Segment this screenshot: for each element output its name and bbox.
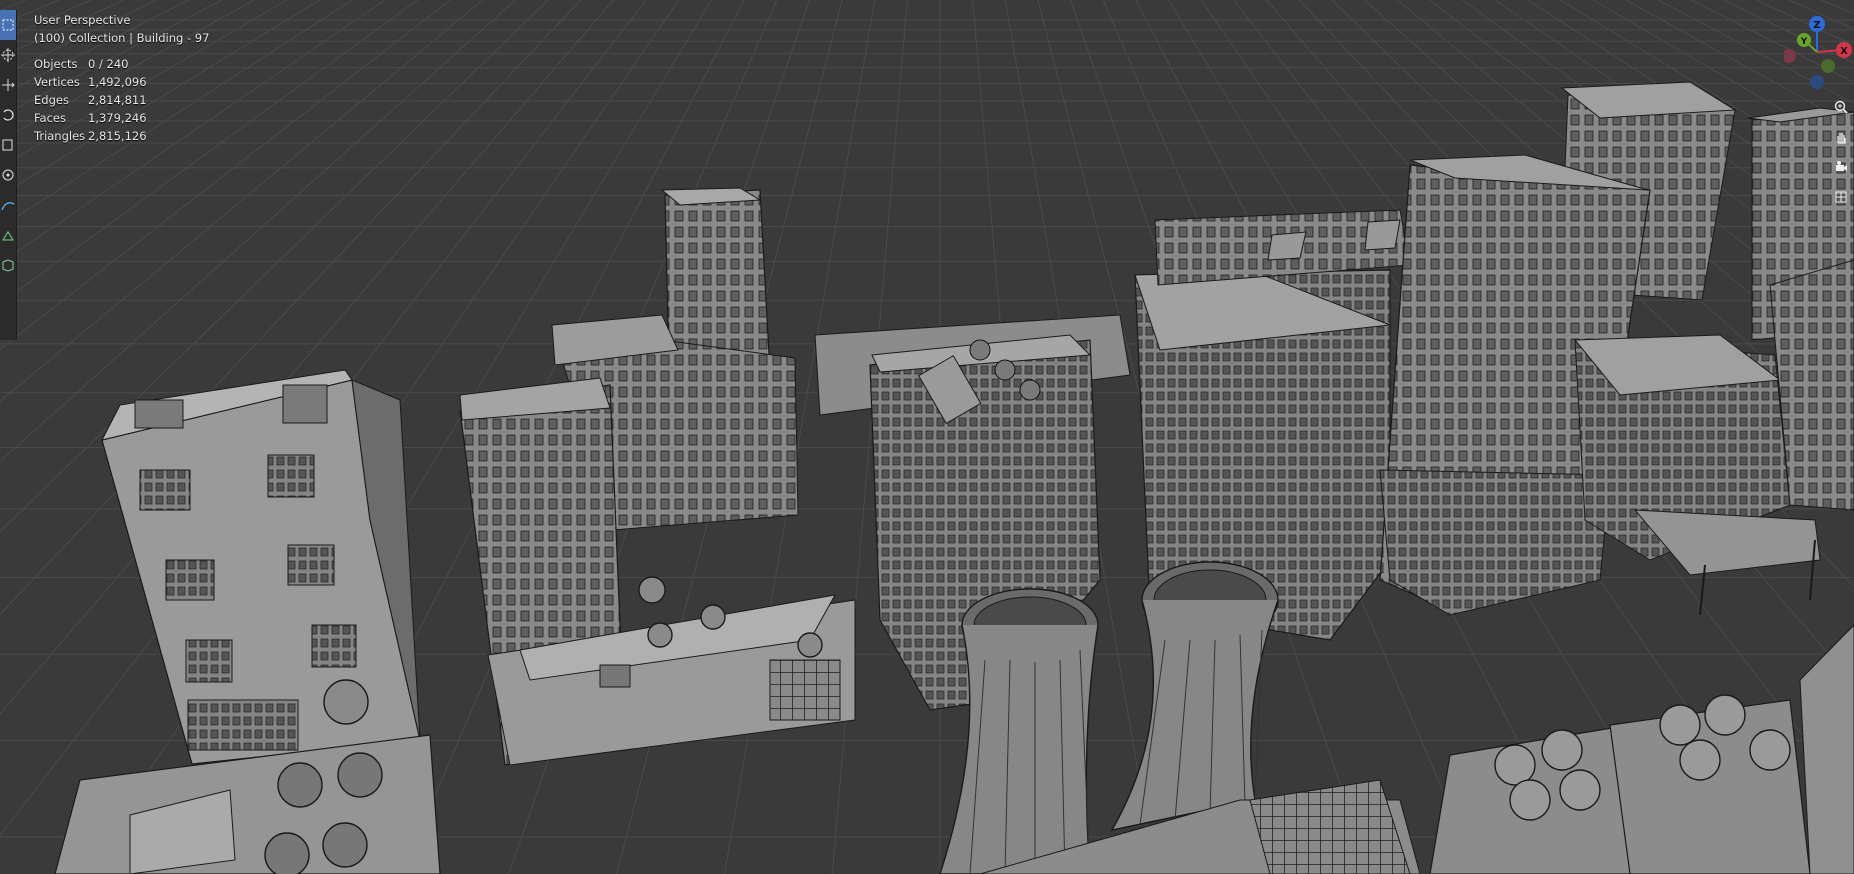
stat-value: 2,814,811 (88, 93, 147, 107)
stat-row-vertices: Vertices 1,492,096 (34, 73, 209, 91)
gizmo-neg-y[interactable] (1821, 59, 1835, 73)
cursor-icon[interactable] (0, 40, 16, 70)
select-box-icon[interactable] (0, 10, 16, 40)
stat-value: 1,492,096 (88, 75, 147, 89)
building-left-apartment (101, 369, 421, 765)
3d-viewport[interactable]: User Perspective (100) Collection | Buil… (0, 0, 1854, 874)
gizmo-neg-z[interactable] (1810, 75, 1824, 89)
add-cube-icon[interactable] (0, 250, 16, 280)
scale-icon[interactable] (0, 130, 16, 160)
gizmo-z-label: Z (1813, 20, 1820, 31)
stat-value: 1,379,246 (88, 111, 147, 125)
move-icon[interactable] (0, 70, 16, 100)
gizmo-x-label: X (1840, 46, 1848, 57)
stat-row-objects: Objects 0 / 240 (34, 55, 209, 73)
stat-label: Triangles (34, 129, 86, 143)
view-mode-label: User Perspective (34, 13, 131, 27)
navigation-gizmo[interactable]: Z Y X (1784, 10, 1854, 90)
viewport-stats-overlay: User Perspective (100) Collection | Buil… (34, 11, 209, 145)
gizmo-y-label: Y (1800, 37, 1808, 47)
rotate-icon[interactable] (0, 100, 16, 130)
tool-shelf (0, 10, 17, 340)
stat-label: Vertices (34, 75, 80, 89)
gizmo-neg-x[interactable] (1784, 49, 1796, 63)
stat-value: 0 / 240 (88, 57, 129, 71)
zoom-icon[interactable] (1830, 96, 1852, 118)
pan-hand-icon[interactable] (1830, 126, 1852, 148)
measure-icon[interactable] (0, 220, 16, 250)
annotate-icon[interactable] (0, 190, 16, 220)
stat-value: 2,815,126 (88, 129, 147, 143)
stat-label: Faces (34, 111, 66, 125)
collection-label: (100) Collection | Building - 97 (34, 31, 210, 45)
camera-icon[interactable] (1830, 156, 1852, 178)
scene-view (0, 0, 1854, 874)
grid-view-icon[interactable] (1830, 186, 1852, 208)
building-foreground-right (1429, 624, 1854, 874)
stat-row-faces: Faces 1,379,246 (34, 109, 209, 127)
cooling-tower-right (1110, 561, 1279, 832)
stat-label: Objects (34, 57, 78, 71)
cooling-tower-left (939, 588, 1099, 874)
transform-icon[interactable] (0, 160, 16, 190)
stat-label: Edges (34, 93, 69, 107)
stat-row-edges: Edges 2,814,811 (34, 91, 209, 109)
stat-row-triangles: Triangles 2,815,126 (34, 127, 209, 145)
